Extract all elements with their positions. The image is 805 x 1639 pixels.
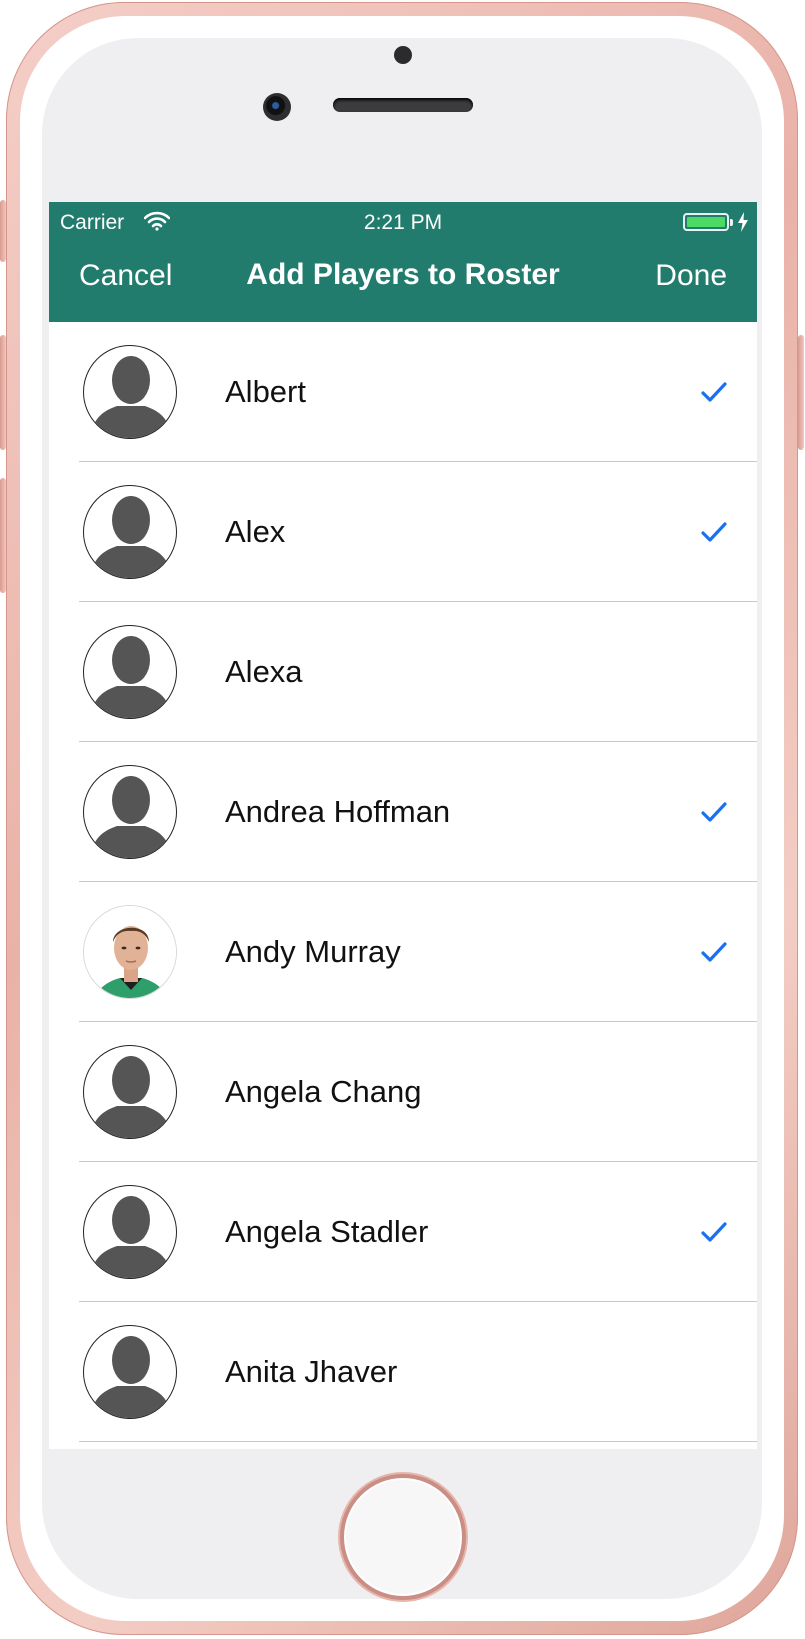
battery-icon (683, 213, 729, 231)
person-silhouette-icon (83, 765, 177, 859)
player-name: Anita Jhaver (225, 1354, 398, 1389)
front-camera-icon (263, 93, 291, 121)
player-name: Angela Chang (225, 1074, 422, 1109)
person-silhouette-icon (83, 345, 177, 439)
proximity-sensor (394, 46, 412, 64)
earpiece-speaker (333, 98, 473, 112)
list-item[interactable]: Alex (49, 462, 757, 602)
player-name: Angela Stadler (225, 1214, 429, 1249)
mute-switch (0, 200, 6, 262)
person-silhouette-icon (83, 1185, 177, 1279)
volume-down-button (0, 478, 6, 593)
list-item[interactable]: Angela Stadler (49, 1162, 757, 1302)
charging-bolt-icon (738, 212, 748, 232)
battery-tip (730, 219, 733, 226)
done-button[interactable]: Done (655, 259, 727, 293)
player-name: Albert (225, 374, 306, 409)
checkmark-icon (701, 382, 727, 402)
person-silhouette-icon (83, 485, 177, 579)
checkmark-icon (701, 802, 727, 822)
player-name: Andy Murray (225, 934, 401, 969)
list-item[interactable]: Anita Jhaver (49, 1302, 757, 1442)
person-silhouette-icon (83, 1325, 177, 1419)
list-item[interactable]: Angela Chang (49, 1022, 757, 1162)
player-name: Andrea Hoffman (225, 794, 451, 829)
battery-level (687, 217, 725, 227)
checkmark-icon (701, 1222, 727, 1242)
person-silhouette-icon (83, 625, 177, 719)
person-silhouette-icon (83, 1045, 177, 1139)
power-button (798, 335, 804, 450)
status-time: 2:21 PM (363, 211, 443, 234)
checkmark-icon (701, 522, 727, 542)
page-title: Add Players to Roster (246, 258, 560, 291)
player-name: Alex (225, 514, 286, 549)
list-item[interactable]: Andy Murray (49, 882, 757, 1022)
player-name: Alexa (225, 654, 303, 689)
profile-photo (83, 905, 177, 999)
volume-up-button (0, 335, 6, 450)
list-item[interactable]: Andrea Hoffman (49, 742, 757, 882)
status-bar: Carrier 2:21 PM (49, 202, 757, 242)
screen: Carrier 2:21 PM Cancel Add Players to Ro… (49, 202, 757, 1449)
list-item[interactable]: Alexa (49, 602, 757, 742)
navigation-bar: Carrier 2:21 PM Cancel Add Players to Ro… (49, 202, 757, 322)
checkmark-icon (701, 942, 727, 962)
home-button[interactable] (340, 1474, 466, 1600)
list-item[interactable]: Albert (49, 322, 757, 462)
player-list: Albert Alex Alexa Andrea Hoffman Andy Mu… (49, 322, 757, 1442)
